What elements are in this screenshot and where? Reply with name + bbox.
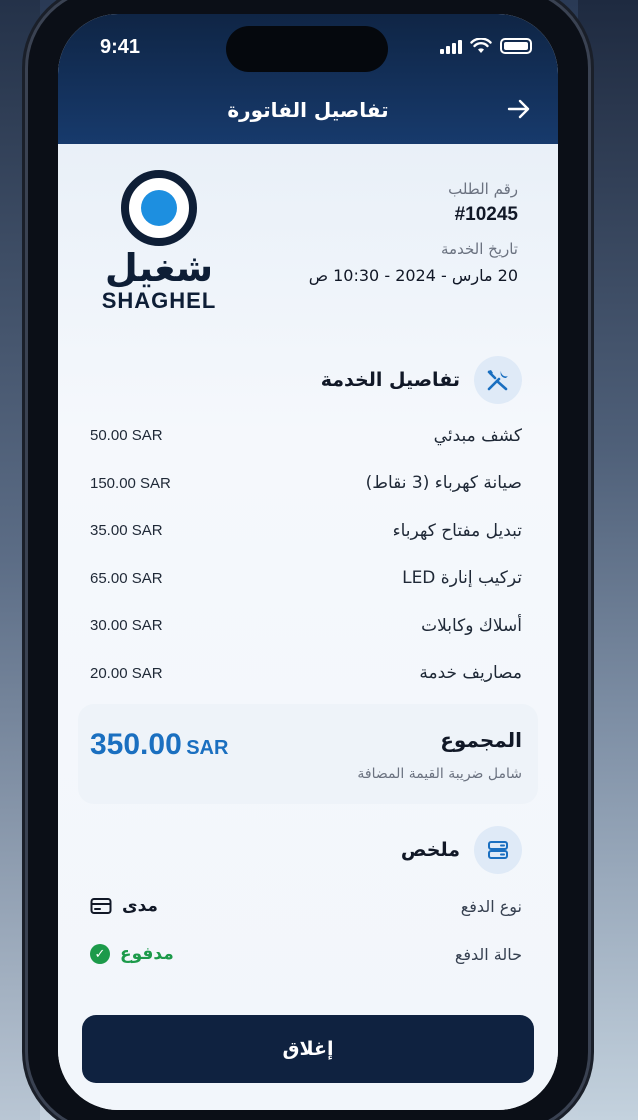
invoice-content: رقم الطلب #10245 تاريخ الخدمة 20 مارس - … <box>58 144 558 1110</box>
line-item-price: 30.00 SAR <box>90 617 163 635</box>
order-number-label: رقم الطلب <box>448 180 518 198</box>
service-details-header: تفاصيل الخدمة <box>321 356 522 404</box>
payment-status-text: مدفوع <box>120 944 174 964</box>
line-items-list: كشف مبدئي 50.00 SAR صيانة كهرباء (3 نقاط… <box>90 412 522 697</box>
wifi-icon <box>470 38 492 53</box>
signal-icon <box>440 38 462 54</box>
page-title: تفاصيل الفاتورة <box>227 98 389 122</box>
total-currency: SAR <box>186 737 229 759</box>
close-button[interactable]: إغلاق <box>82 1015 534 1083</box>
line-item-price: 150.00 SAR <box>90 474 171 492</box>
payment-status-label: حالة الدفع <box>454 944 522 964</box>
line-item-price: 50.00 SAR <box>90 427 163 445</box>
summary-list: نوع الدفع مدى حالة الدفع مدفوع ✓ <box>90 882 522 978</box>
line-item: كشف مبدئي 50.00 SAR <box>90 412 522 460</box>
arrow-right-icon[interactable] <box>506 96 532 127</box>
payment-status-value: مدفوع ✓ <box>90 944 174 964</box>
payment-type-label: نوع الدفع <box>460 896 522 916</box>
line-item-name: مصاريف خدمة <box>419 663 522 684</box>
line-item-name: كشف مبدئي <box>433 425 522 446</box>
summary-header: ملخص <box>401 826 522 874</box>
dynamic-island <box>226 26 388 72</box>
line-item: أسلاك وكابلات 30.00 SAR <box>90 602 522 650</box>
line-item-name: تبديل مفتاح كهرباء <box>392 520 522 541</box>
line-item-price: 65.00 SAR <box>90 569 163 587</box>
line-item-price: 35.00 SAR <box>90 522 163 540</box>
logo-mark <box>121 170 197 246</box>
tools-icon <box>474 356 522 404</box>
status-time: 9:41 <box>100 36 141 58</box>
payment-status-row: حالة الدفع مدفوع ✓ <box>90 930 522 978</box>
line-item-name: أسلاك وكابلات <box>421 615 522 636</box>
line-item: تبديل مفتاح كهرباء 35.00 SAR <box>90 507 522 555</box>
total-label: المجموع <box>440 728 522 752</box>
receipt-icon <box>474 826 522 874</box>
line-item: مصاريف خدمة 20.00 SAR <box>90 650 522 698</box>
line-item: صيانة كهرباء (3 نقاط) 150.00 SAR <box>90 460 522 508</box>
total-amount: 350.00 SAR <box>90 728 228 762</box>
card-icon <box>90 898 112 914</box>
line-item: تركيب إنارة LED 65.00 SAR <box>90 555 522 603</box>
summary-title: ملخص <box>400 839 460 861</box>
order-number: #10245 <box>454 204 518 225</box>
phone-screen: 9:41 تفاصيل الفاتورة رقم الطلب #10245 تا… <box>58 14 558 1110</box>
service-details-title: تفاصيل الخدمة <box>320 369 460 391</box>
check-icon: ✓ <box>90 944 110 964</box>
battery-icon <box>500 38 532 54</box>
order-info: رقم الطلب #10245 تاريخ الخدمة 20 مارس - … <box>268 180 518 285</box>
logo-english-text: SHAGHEL <box>101 288 217 313</box>
payment-type-value: مدى <box>90 896 158 916</box>
line-item-name: صيانة كهرباء (3 نقاط) <box>365 473 522 494</box>
line-item-price: 20.00 SAR <box>90 664 163 682</box>
logo-arabic-text: شغيل <box>104 246 214 290</box>
payment-type-text: مدى <box>122 896 158 916</box>
payment-type-row: نوع الدفع مدى <box>90 882 522 930</box>
service-date-label: تاريخ الخدمة <box>441 240 518 258</box>
vat-note: شامل ضريبة القيمة المضافة <box>357 766 522 782</box>
top-bar: 9:41 تفاصيل الفاتورة <box>58 14 558 144</box>
total-number: 350.00 <box>90 728 182 761</box>
service-date: 20 مارس - 2024 - 10:30 ص <box>308 266 518 285</box>
total-card: المجموع شامل ضريبة القيمة المضافة 350.00… <box>78 704 538 804</box>
line-item-name: تركيب إنارة LED <box>402 568 522 589</box>
status-icons <box>440 38 532 54</box>
shaghel-logo: شغيل SHAGHEL <box>94 170 224 330</box>
